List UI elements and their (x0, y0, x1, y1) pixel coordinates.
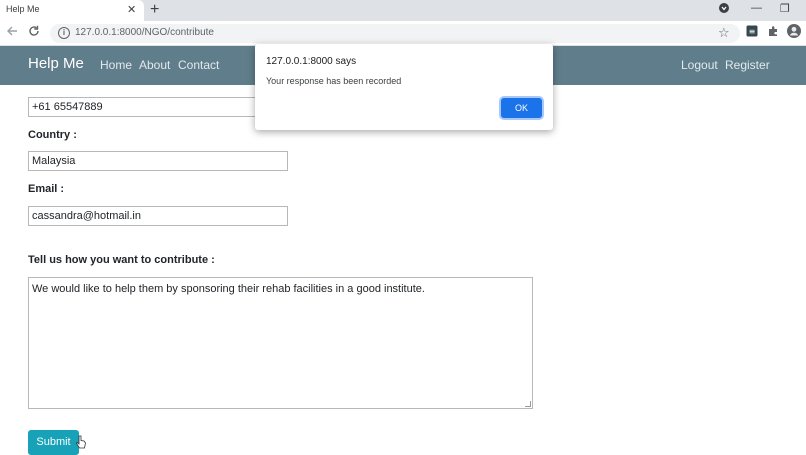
browser-toolbar: i 127.0.0.1:8000/NGO/contribute ☆ ≡ (0, 21, 806, 46)
dialog-ok-button[interactable]: OK (501, 98, 542, 118)
contribute-textarea[interactable]: We would like to help them by sponsoring… (28, 277, 533, 409)
browser-menu-icon[interactable] (718, 2, 730, 17)
country-input[interactable]: Malaysia (28, 151, 288, 171)
svg-text:≡: ≡ (749, 27, 756, 36)
email-label: Email : (28, 183, 65, 195)
dialog-title: 127.0.0.1:8000 says (266, 56, 357, 67)
nav-register[interactable]: Register (725, 58, 770, 72)
nav-home[interactable]: Home (100, 58, 132, 72)
country-label: Country : (28, 129, 77, 141)
profile-avatar-icon[interactable] (787, 24, 801, 42)
nav-contact[interactable]: Contact (178, 58, 219, 72)
minimize-icon[interactable]: — (751, 2, 762, 14)
browser-tab[interactable]: Help Me ✕ (0, 0, 144, 21)
alert-dialog: 127.0.0.1:8000 says Your response has be… (255, 44, 553, 130)
browser-tab-strip: Help Me ✕ + — ❐ (0, 0, 806, 21)
nav-about[interactable]: About (139, 58, 170, 72)
phone-input[interactable]: +61 65547889 (28, 97, 288, 117)
tab-close-icon[interactable]: ✕ (127, 3, 136, 17)
email-input[interactable]: cassandra@hotmail.in (28, 206, 288, 226)
puzzle-icon[interactable] (767, 25, 779, 41)
nav-logout[interactable]: Logout (681, 58, 718, 72)
contribute-label: Tell us how you want to contribute : (28, 254, 215, 266)
mouse-cursor-icon (76, 435, 86, 452)
contribute-text: We would like to help them by sponsoring… (32, 283, 425, 295)
info-icon[interactable]: i (58, 27, 70, 39)
address-bar[interactable]: i 127.0.0.1:8000/NGO/contribute ☆ (50, 24, 740, 43)
reload-icon[interactable] (28, 25, 40, 41)
tab-title: Help Me (6, 4, 40, 14)
url-text: 127.0.0.1:8000/NGO/contribute (75, 27, 214, 38)
new-tab-button[interactable]: + (150, 1, 159, 19)
submit-button[interactable]: Submit (28, 430, 79, 455)
resize-grip-icon[interactable] (525, 401, 531, 407)
star-icon[interactable]: ☆ (718, 25, 730, 41)
restore-icon[interactable]: ❐ (780, 2, 790, 15)
dialog-message: Your response has been recorded (266, 76, 402, 86)
back-arrow-icon[interactable] (6, 25, 18, 41)
extension-icon[interactable]: ≡ (746, 25, 758, 41)
brand-logo[interactable]: Help Me (28, 55, 84, 72)
